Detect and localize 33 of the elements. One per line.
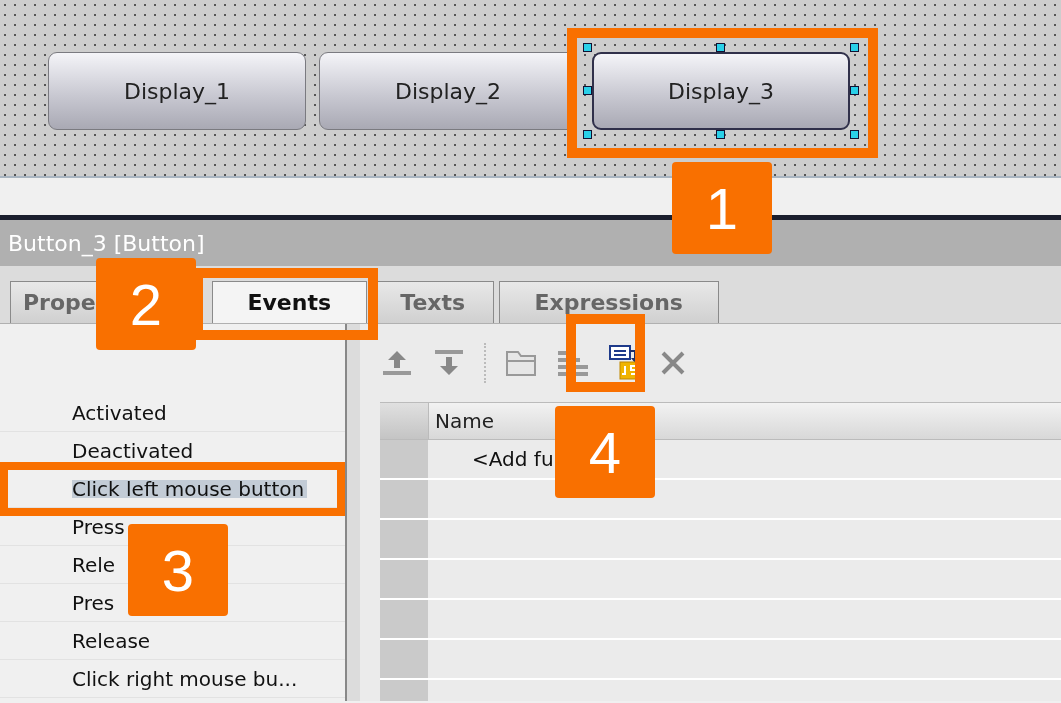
event-item[interactable]: Activated [72, 403, 170, 422]
splitter-bar[interactable] [345, 324, 360, 701]
display-button[interactable]: Display_3 [592, 52, 850, 130]
event-item[interactable]: Release [72, 631, 154, 650]
resize-handle[interactable] [716, 43, 725, 52]
list-icon[interactable] [556, 348, 590, 378]
resize-handle[interactable] [583, 43, 592, 52]
resize-handle[interactable] [583, 130, 592, 139]
step-number: 2 [96, 258, 196, 350]
folder-icon[interactable] [504, 348, 538, 378]
tab[interactable]: Events [211, 281, 367, 323]
delete-icon[interactable] [660, 350, 686, 376]
display-button[interactable]: Display_1 [48, 52, 306, 130]
event-item[interactable]: Deactivated [72, 441, 197, 460]
panel-title: Button_3 [Button] [8, 230, 205, 256]
step-number: 3 [128, 524, 228, 616]
step-number: 1 [672, 162, 772, 254]
resize-handle[interactable] [716, 130, 725, 139]
tab[interactable]: Expressions [498, 281, 719, 323]
event-item[interactable]: Rele [72, 555, 119, 574]
event-item[interactable]: Click right mouse bu... [72, 669, 301, 688]
resize-handle[interactable] [850, 86, 859, 95]
resize-handle[interactable] [850, 130, 859, 139]
table-cell[interactable]: <Add fu [472, 447, 554, 471]
event-item[interactable]: Press [72, 517, 128, 536]
event-item[interactable]: Pres [72, 593, 118, 612]
resize-handle[interactable] [850, 43, 859, 52]
move-up-icon[interactable] [380, 348, 414, 378]
event-item[interactable]: Click left mouse button [72, 479, 308, 498]
tab[interactable]: Prope [10, 281, 97, 323]
header-corner [380, 403, 428, 439]
resize-handle[interactable] [583, 86, 592, 95]
move-down-icon[interactable] [432, 348, 466, 378]
